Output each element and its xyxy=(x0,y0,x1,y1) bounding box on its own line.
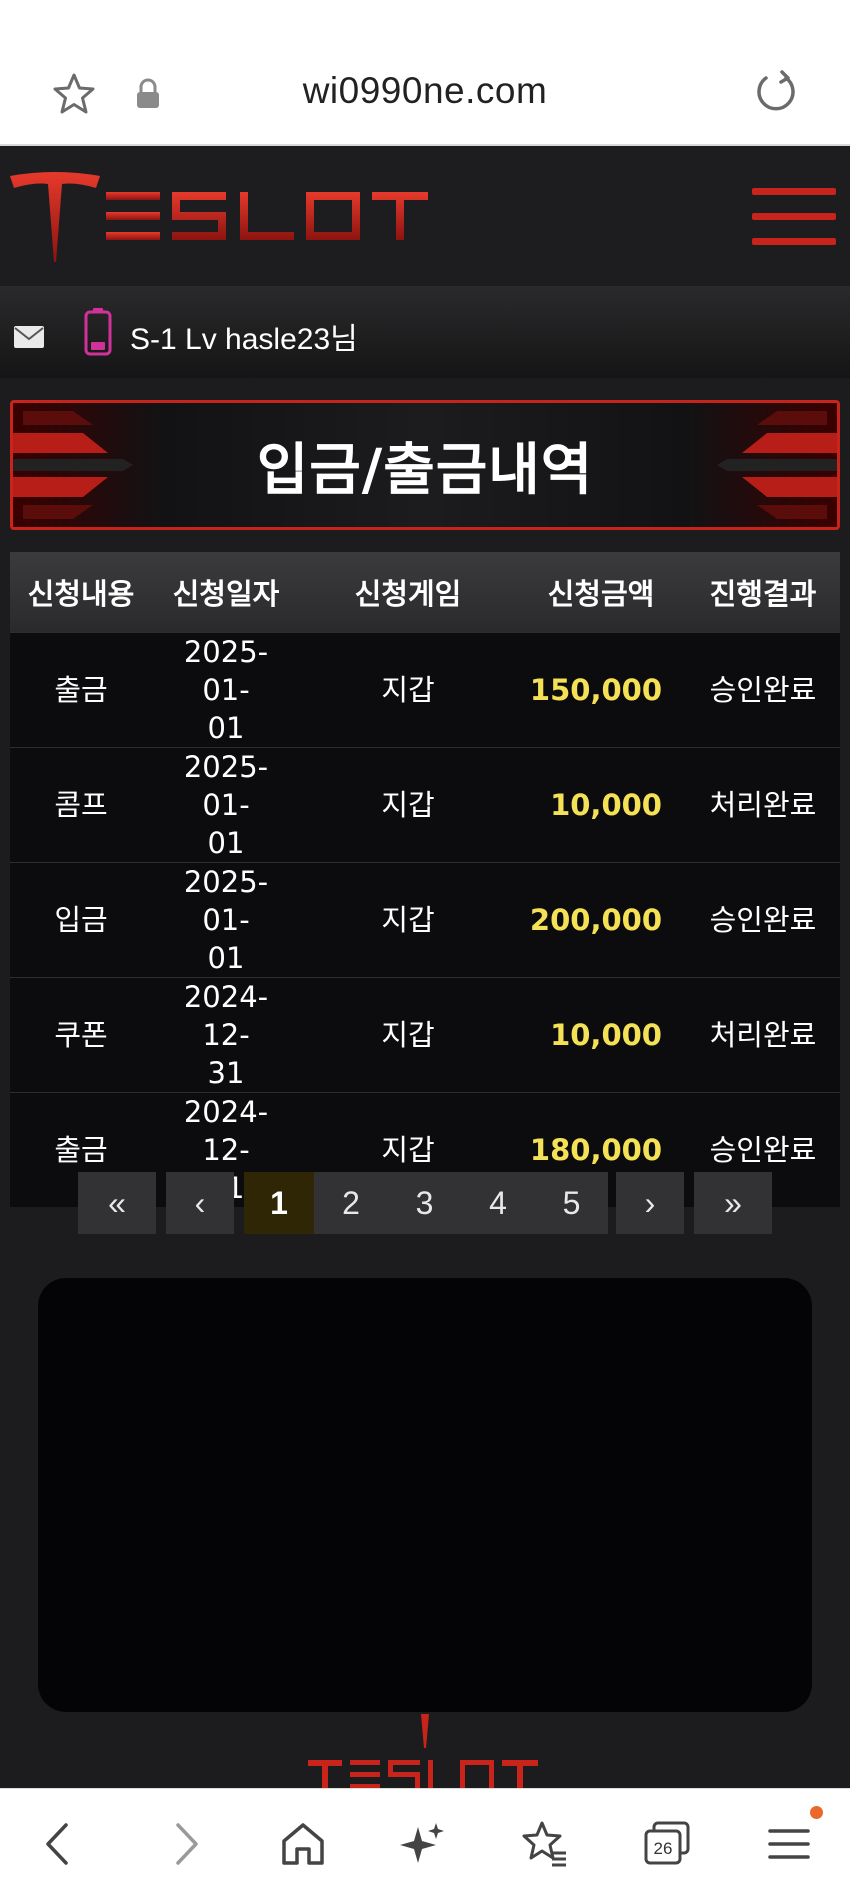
page-3-button[interactable]: 3 xyxy=(388,1172,461,1234)
page-title-banner: 입금/출금내역 xyxy=(10,400,840,530)
main-content: 입금/출금내역 신청내용 신청일자 신청게임 신청금액 진행결과 출금 2025… xyxy=(0,378,850,1788)
cell-date: 2025-01- 01 xyxy=(152,631,300,747)
table-row: 입금 2025-01- 01 지갑 200,000 승인완료 xyxy=(10,861,840,977)
cell-date-part2: 31 xyxy=(207,1055,245,1090)
bookmarks-icon[interactable] xyxy=(520,1819,570,1869)
notification-dot xyxy=(810,1806,823,1819)
cell-result: 승인완료 xyxy=(686,861,840,977)
footer-teslot-logo xyxy=(308,1714,538,1788)
table-row: 쿠폰 2024-12- 31 지갑 10,000 처리완료 xyxy=(10,976,840,1092)
cell-amount: 200,000 xyxy=(516,861,686,977)
browser-address-bar: wi0990ne.com xyxy=(0,0,850,146)
forward-icon[interactable] xyxy=(160,1819,210,1869)
next-page-button[interactable]: › xyxy=(616,1172,684,1234)
page-5-button[interactable]: 5 xyxy=(535,1172,608,1234)
tabs-icon[interactable]: 26 xyxy=(642,1819,692,1869)
cell-date-part2: 01 xyxy=(207,710,245,745)
cell-date-part1: 2025-01- xyxy=(183,864,269,937)
menu-icon[interactable] xyxy=(764,1819,814,1869)
cell-date-part1: 2024-12- xyxy=(183,979,269,1052)
content-panel xyxy=(38,1278,812,1712)
table-row: 출금 2025-01- 01 지갑 150,000 승인완료 xyxy=(10,631,840,747)
cell-date-part1: 2025-01- xyxy=(183,634,269,707)
cell-date-part2: 01 xyxy=(207,940,245,975)
header-request-amount: 신청금액 xyxy=(516,552,686,632)
cell-date: 2025-01- 01 xyxy=(152,861,300,977)
prev-page-button[interactable]: ‹ xyxy=(166,1172,234,1234)
page-2-button[interactable]: 2 xyxy=(314,1172,388,1234)
page-title: 입금/출금내역 xyxy=(256,437,594,503)
pagination: « ‹ 1 2 3 4 5 › » xyxy=(78,1172,772,1234)
cell-date: 2024-12-31 xyxy=(152,976,300,1092)
page-1-button[interactable]: 1 xyxy=(244,1172,314,1234)
header-request-game: 신청게임 xyxy=(300,552,516,632)
back-icon[interactable] xyxy=(34,1819,84,1869)
battery-icon xyxy=(84,308,112,356)
page-4-button[interactable]: 4 xyxy=(461,1172,535,1234)
transaction-history-table: 신청내용 신청일자 신청게임 신청금액 진행결과 출금 2025-01- 01 지… xyxy=(10,552,840,1207)
site-header xyxy=(0,148,850,286)
cell-amount: 10,000 xyxy=(516,976,686,1092)
cell-amount: 10,000 xyxy=(516,746,686,862)
header-request-type: 신청내용 xyxy=(10,552,152,632)
cell-game: 지갑 xyxy=(300,631,516,747)
cell-type: 출금 xyxy=(10,631,152,747)
cell-date: 2025-01- 01 xyxy=(152,746,300,862)
cell-game: 지갑 xyxy=(300,861,516,977)
mail-icon[interactable] xyxy=(14,326,44,348)
user-info-bar: S-1 Lv hasle23님 xyxy=(0,286,850,378)
cell-date-part1: 2025-01- xyxy=(183,749,269,822)
teslot-logo[interactable] xyxy=(10,172,430,264)
reload-icon[interactable] xyxy=(752,68,800,116)
home-icon[interactable] xyxy=(278,1819,328,1869)
cell-game: 지갑 xyxy=(300,976,516,1092)
browser-bottom-bar: 26 xyxy=(0,1788,850,1898)
header-result: 진행결과 xyxy=(686,552,840,632)
cell-type: 입금 xyxy=(10,861,152,977)
cell-result: 처리완료 xyxy=(686,976,840,1092)
cell-result: 처리완료 xyxy=(686,746,840,862)
cell-type: 콤프 xyxy=(10,746,152,862)
menu-button[interactable] xyxy=(752,188,836,248)
cell-type: 쿠폰 xyxy=(10,976,152,1092)
last-page-button[interactable]: » xyxy=(694,1172,772,1234)
sparkle-icon[interactable] xyxy=(398,1819,448,1869)
cell-date-part1: 2024-12- xyxy=(183,1094,269,1167)
header-request-date: 신청일자 xyxy=(152,552,300,632)
url-text[interactable]: wi0990ne.com xyxy=(0,70,850,112)
cell-game: 지갑 xyxy=(300,746,516,862)
cell-amount: 150,000 xyxy=(516,631,686,747)
table-row: 콤프 2025-01- 01 지갑 10,000 처리완료 xyxy=(10,746,840,862)
user-level-name: S-1 Lv hasle23님 xyxy=(130,323,358,356)
table-header-row: 신청내용 신청일자 신청게임 신청금액 진행결과 xyxy=(10,552,840,632)
tab-count: 26 xyxy=(654,1839,673,1858)
first-page-button[interactable]: « xyxy=(78,1172,156,1234)
cell-date-part2: 01 xyxy=(207,825,245,860)
cell-result: 승인완료 xyxy=(686,631,840,747)
